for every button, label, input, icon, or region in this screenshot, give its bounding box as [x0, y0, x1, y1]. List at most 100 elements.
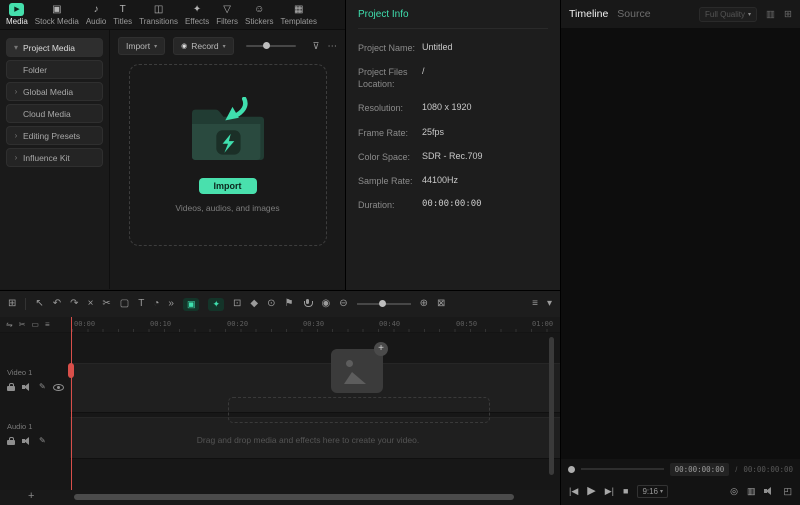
hide-track-icon[interactable]	[53, 384, 64, 391]
previous-frame-button[interactable]: |◀	[569, 487, 578, 496]
horizontal-scrollbar[interactable]	[74, 494, 514, 500]
redo-icon[interactable]: ↷	[70, 299, 78, 309]
record-icon: ◉	[181, 42, 187, 50]
import-folder-icon	[182, 97, 274, 169]
track-manager-icon[interactable]: ≡	[532, 299, 538, 309]
timeline-ruler-row: ⇋ ✂ ▭ ≡ 00:00 00:10 00:20 00:30 00:40 00…	[0, 317, 560, 333]
zoom-slider-knob[interactable]	[379, 300, 386, 307]
quality-select[interactable]: Full Quality ▾	[699, 7, 757, 22]
voiceover-icon[interactable]	[302, 299, 312, 309]
zoom-in-icon[interactable]: ⊕	[420, 299, 428, 309]
volume-icon[interactable]	[764, 487, 774, 495]
add-media-icon[interactable]: +	[374, 342, 388, 356]
sidebar-item-project-media[interactable]: ▾ Project Media	[6, 38, 103, 57]
screen-record-icon[interactable]: ◉	[321, 299, 330, 309]
add-track-button[interactable]: +	[28, 490, 34, 502]
tab-media[interactable]: ▶ Media	[3, 1, 31, 28]
keyframe-icon[interactable]: ◆	[250, 299, 258, 309]
timeline-ruler[interactable]: 00:00 00:10 00:20 00:30 00:40 00:50 01:0…	[72, 317, 560, 332]
smart-edit-toggle-icon[interactable]: ▣	[183, 298, 200, 311]
chroma-key-icon[interactable]: ⊙	[267, 299, 275, 309]
tab-filters[interactable]: ▽ Filters	[213, 1, 241, 28]
effects-icon: ✦	[193, 3, 201, 16]
fullscreen-icon[interactable]: ◰	[783, 487, 792, 496]
playhead-grip[interactable]	[68, 363, 74, 378]
timeline-zoom-slider[interactable]	[357, 299, 411, 309]
text-tool-icon[interactable]: T	[138, 299, 144, 309]
media-browser: Import ▾ ◉ Record ▾ ⊽ ⋯	[110, 30, 345, 289]
box-select-icon[interactable]: ▭	[31, 321, 39, 329]
track-tools: ⇋ ✂ ▭ ≡	[0, 317, 72, 332]
snapshot-icon[interactable]: ◎	[730, 487, 738, 496]
ripple-edit-icon[interactable]: ⇋	[6, 321, 13, 329]
delete-icon[interactable]: ×	[88, 299, 94, 309]
stickers-icon: ☺	[254, 3, 264, 16]
media-body: ▾ Project Media Folder › Global Media Cl…	[0, 30, 345, 289]
playhead[interactable]	[71, 317, 72, 490]
edit-track-icon[interactable]: ✎	[39, 437, 46, 445]
fit-timeline-icon[interactable]: ⊠	[437, 299, 445, 309]
tab-audio[interactable]: ♪ Audio	[83, 1, 109, 28]
tab-transitions[interactable]: ◫ Transitions	[136, 1, 181, 28]
crop-icon[interactable]: ▢	[120, 299, 129, 309]
stop-button[interactable]: ■	[623, 487, 628, 496]
tab-stickers[interactable]: ☺ Stickers	[242, 1, 276, 28]
mute-track-icon[interactable]	[22, 383, 32, 391]
quick-split-icon[interactable]: ✂	[19, 321, 26, 329]
media-library-panel: ▶ Media ▣ Stock Media ♪ Audio T Titles ◫…	[0, 0, 345, 290]
transitions-icon: ◫	[154, 3, 163, 16]
more-tools-icon[interactable]: »	[168, 299, 174, 309]
sample-rate-value: 44100Hz	[422, 175, 548, 185]
timeline-dropzone[interactable]	[228, 397, 490, 423]
marker-icon[interactable]: ⚑	[285, 299, 294, 309]
slider-knob[interactable]	[263, 42, 270, 49]
dropzone-import-button[interactable]: Import	[199, 178, 257, 194]
lock-track-icon[interactable]	[7, 386, 15, 391]
aspect-ratio-select[interactable]: 9:16 ▾	[637, 485, 668, 498]
tab-effects[interactable]: ✦ Effects	[182, 1, 212, 28]
grid-overlay-icon[interactable]: ▥	[747, 487, 756, 496]
preview-scrubber: 00:00:00:00 / 00:00:00:00	[568, 461, 793, 477]
play-button[interactable]: ▶	[587, 486, 595, 497]
record-button[interactable]: ◉ Record ▾	[173, 37, 234, 55]
pointer-tool-icon[interactable]: ↖	[35, 299, 43, 309]
sidebar-item-influence-kit[interactable]: › Influence Kit	[6, 148, 103, 167]
stock-media-icon: ▣	[52, 3, 61, 16]
thumbnail-size-slider[interactable]	[246, 41, 296, 51]
lock-track-icon[interactable]	[7, 440, 15, 445]
next-frame-button[interactable]: ▶|	[605, 487, 614, 496]
vertical-scrollbar[interactable]	[549, 337, 554, 475]
ai-toggle-icon[interactable]: ✦	[208, 298, 224, 311]
tab-titles[interactable]: T Titles	[110, 1, 135, 28]
scrubber-knob[interactable]	[568, 466, 575, 473]
tab-timeline[interactable]: Timeline	[569, 8, 608, 20]
audio-icon: ♪	[94, 3, 99, 16]
detach-window-icon[interactable]: ⊞	[784, 9, 792, 20]
collapse-panel-icon[interactable]: ▾	[547, 299, 552, 309]
undo-icon[interactable]: ↶	[53, 299, 61, 309]
chevron-down-icon: ▾	[660, 488, 663, 495]
tab-source[interactable]: Source	[617, 8, 650, 20]
speed-icon[interactable]: ◔	[153, 299, 159, 309]
chevron-right-icon: ›	[13, 87, 19, 96]
import-button[interactable]: Import ▾	[118, 37, 165, 55]
mute-track-icon[interactable]	[22, 437, 32, 445]
filter-icon[interactable]: ⊽	[313, 41, 320, 52]
zoom-out-icon[interactable]: ⊖	[339, 299, 347, 309]
track-options-icon[interactable]: ≡	[45, 321, 50, 329]
scrubber-track[interactable]	[581, 468, 664, 470]
split-view-icon[interactable]: ▥	[766, 9, 775, 20]
more-icon[interactable]: ⋯	[328, 41, 338, 52]
video-editor-app: ▶ Media ▣ Stock Media ♪ Audio T Titles ◫…	[0, 0, 800, 505]
tab-stock-media[interactable]: ▣ Stock Media	[32, 1, 82, 28]
compound-clip-icon[interactable]: ⊡	[233, 299, 241, 309]
media-dropzone[interactable]: Import Videos, audios, and images	[129, 64, 327, 246]
edit-track-icon[interactable]: ✎	[39, 383, 46, 391]
sidebar-item-global-media[interactable]: › Global Media	[6, 82, 103, 101]
toggle-media-panel-icon[interactable]: ⊞	[8, 299, 16, 309]
split-icon[interactable]: ✂	[102, 299, 110, 309]
tab-templates[interactable]: ▦ Templates	[278, 1, 320, 28]
sidebar-item-folder[interactable]: Folder	[6, 60, 103, 79]
sidebar-item-editing-presets[interactable]: › Editing Presets	[6, 126, 103, 145]
sidebar-item-cloud-media[interactable]: Cloud Media	[6, 104, 103, 123]
